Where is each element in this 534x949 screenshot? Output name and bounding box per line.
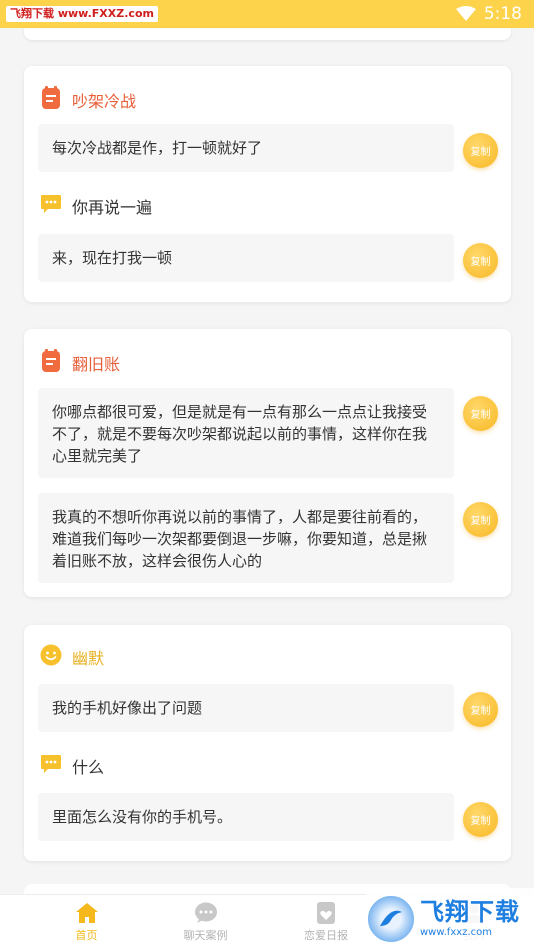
copy-button[interactable]: 复制	[463, 692, 498, 727]
tab-home[interactable]: 首页	[0, 895, 173, 949]
watermark-text: 飞翔下载 www.fxxz.com	[420, 900, 520, 938]
reply-prompt-text: 你再说一遍	[72, 198, 153, 217]
phrase-card: 翻旧账 你哪点都很可爱，但是就是有一点有那么一点点让我接受不了，就是不要每次吵架…	[24, 329, 511, 597]
phrase-card: 吵架冷战 每次冷战都是作，打一顿就好了 复制 你再说一遍 来，现在打我一顿 复制	[24, 66, 511, 302]
phrase-card: 幽默 我的手机好像出了问题 复制 什么 里面怎么没有你的手机号。 复制	[24, 625, 511, 861]
reply-prompt-text: 什么	[72, 758, 105, 777]
notebook-icon	[40, 349, 62, 377]
card-title: 吵架冷战	[72, 92, 137, 111]
message-bubble: 每次冷战都是作，打一顿就好了	[38, 124, 454, 172]
notebook-icon	[40, 86, 62, 114]
message-bubble: 我的手机好像出了问题	[38, 684, 454, 732]
watermark-url: www.fxxz.com	[420, 926, 492, 938]
watermark-name: 飞翔下载	[420, 897, 520, 926]
reply-bubble: 我真的不想听你再说以前的事情了，人都是要往前看的，难道我们每吵一次架都要倒退一步…	[38, 493, 454, 583]
copy-button[interactable]: 复制	[463, 243, 498, 278]
chat-icon	[194, 901, 218, 925]
tab-label: 聊天案例	[183, 929, 228, 942]
card-header: 吵架冷战	[40, 86, 136, 114]
tab-chat-cases[interactable]: 聊天案例	[173, 895, 238, 949]
card-title: 幽默	[72, 649, 105, 668]
message-bubble: 你哪点都很可爱，但是就是有一点有那么一点点让我接受不了，就是不要每次吵架都说起以…	[38, 388, 454, 478]
home-icon	[75, 901, 99, 925]
watermark-logo-icon	[366, 893, 416, 944]
card-header: 幽默	[40, 644, 104, 670]
copy-button[interactable]: 复制	[463, 133, 498, 168]
card-header: 翻旧账	[40, 349, 120, 377]
status-watermark: 飞翔下载 www.FXXZ.com	[6, 6, 158, 22]
copy-button[interactable]: 复制	[463, 396, 498, 431]
reply-prompt-row: 什么	[40, 754, 104, 778]
card-title: 翻旧账	[72, 355, 121, 374]
reply-bubble: 里面怎么没有你的手机号。	[38, 793, 454, 841]
reply-prompt-row: 你再说一遍	[40, 194, 152, 218]
smiley-icon	[40, 644, 62, 670]
status-bar: 飞翔下载 www.FXXZ.com 5:18	[0, 0, 534, 28]
chat-bubble-icon	[40, 194, 62, 218]
tab-label: 恋爱日报	[304, 929, 348, 942]
tab-label: 首页	[75, 929, 98, 942]
status-right: 5:18	[455, 4, 522, 24]
copy-button[interactable]: 复制	[463, 502, 498, 537]
copy-button[interactable]: 复制	[463, 802, 498, 837]
wifi-icon	[455, 6, 476, 22]
status-time: 5:18	[483, 4, 522, 24]
previous-card-bottom	[24, 28, 511, 40]
watermark-logo: 飞翔下载 www.fxxz.com	[366, 888, 534, 949]
chat-bubble-icon	[40, 754, 62, 778]
reply-bubble: 来，现在打我一顿	[38, 234, 454, 282]
heart-doc-icon	[314, 901, 338, 925]
